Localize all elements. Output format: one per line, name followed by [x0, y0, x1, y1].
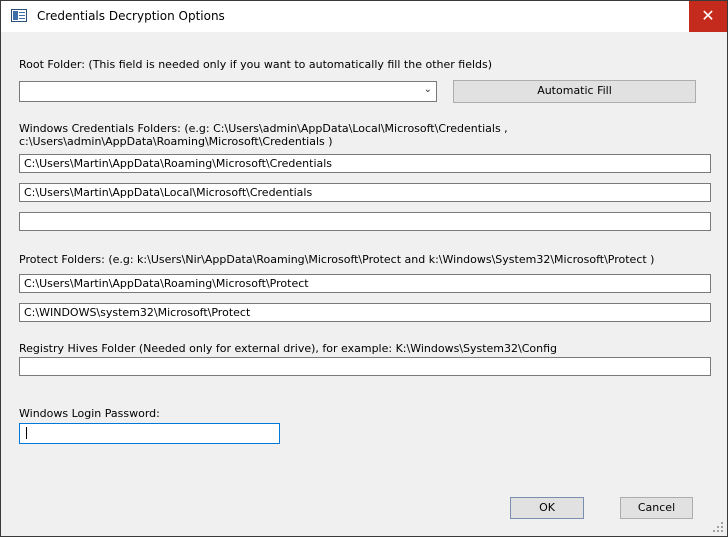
- window-title: Credentials Decryption Options: [37, 9, 225, 23]
- root-folder-label: Root Folder: (This field is needed only …: [19, 58, 493, 71]
- title-bar[interactable]: Credentials Decryption Options ✕: [1, 1, 727, 32]
- credentials-folder-field-2[interactable]: C:\Users\Martin\AppData\Local\Microsoft\…: [19, 183, 711, 202]
- password-label: Windows Login Password:: [19, 407, 160, 420]
- text-cursor: [26, 427, 27, 439]
- automatic-fill-button[interactable]: Automatic Fill: [453, 80, 696, 103]
- registry-hives-label: Registry Hives Folder (Needed only for e…: [19, 342, 558, 355]
- credentials-folders-label-line1: Windows Credentials Folders: (e.g: C:\Us…: [19, 122, 508, 135]
- chevron-down-icon[interactable]: ⌄: [424, 84, 432, 95]
- ok-button[interactable]: OK: [510, 497, 584, 519]
- credentials-folder-field-1[interactable]: C:\Users\Martin\AppData\Roaming\Microsof…: [19, 154, 711, 173]
- cancel-button[interactable]: Cancel: [620, 497, 693, 519]
- protect-folders-label: Protect Folders: (e.g: k:\Users\Nir\AppD…: [19, 253, 655, 266]
- credentials-folders-label-line2: c:\Users\admin\AppData\Roaming\Microsoft…: [19, 135, 333, 148]
- protect-folder-field-2[interactable]: C:\WINDOWS\system32\Microsoft\Protect: [19, 303, 711, 322]
- protect-folder-field-1[interactable]: C:\Users\Martin\AppData\Roaming\Microsof…: [19, 274, 711, 293]
- credentials-folder-field-3[interactable]: [19, 212, 711, 231]
- registry-hives-field[interactable]: [19, 357, 711, 376]
- password-field[interactable]: [19, 423, 280, 444]
- root-folder-combobox[interactable]: ⌄: [19, 81, 437, 102]
- resize-grip-icon[interactable]: [713, 522, 723, 532]
- close-button[interactable]: ✕: [689, 1, 727, 32]
- app-icon: [11, 9, 27, 22]
- credentials-decryption-dialog: Credentials Decryption Options ✕ Root Fo…: [0, 0, 728, 537]
